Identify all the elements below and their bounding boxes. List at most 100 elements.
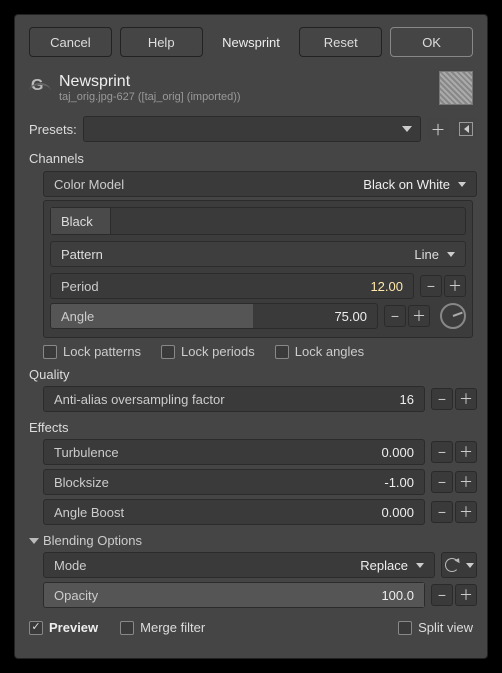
filter-name-button[interactable]: Newsprint xyxy=(211,27,292,57)
period-plus[interactable]: ＋ xyxy=(444,275,466,297)
footer-row: Preview Merge filter Split view xyxy=(15,610,487,645)
lock-patterns-checkbox[interactable]: Lock patterns xyxy=(43,344,141,359)
pattern-label: Pattern xyxy=(61,247,103,262)
channels-label: Channels xyxy=(15,145,487,168)
lock-row: Lock patterns Lock periods Lock angles xyxy=(15,338,487,361)
aa-value: 16 xyxy=(400,392,414,407)
turbulence-value: 0.000 xyxy=(381,445,414,460)
channel-tab-well: Black Pattern Line Period 12.00 − ＋ Angl… xyxy=(43,200,473,338)
blending-expander[interactable]: Blending Options xyxy=(15,527,487,550)
ok-button[interactable]: OK xyxy=(390,27,473,57)
turbulence-minus[interactable]: − xyxy=(431,441,453,463)
angle-dial[interactable] xyxy=(440,303,466,329)
angle-row: Angle 75.00 − ＋ xyxy=(50,301,466,331)
dialog-button-bar: Cancel Help Newsprint Reset OK xyxy=(15,15,487,67)
period-label: Period xyxy=(61,279,99,294)
turbulence-label: Turbulence xyxy=(54,445,119,460)
chevron-down-icon xyxy=(416,563,424,568)
period-row: Period 12.00 − ＋ xyxy=(50,271,466,301)
angle-input[interactable]: Angle 75.00 xyxy=(50,303,378,329)
mode-row: Mode Replace xyxy=(15,550,487,580)
angleboost-label: Angle Boost xyxy=(54,505,124,520)
opacity-label: Opacity xyxy=(54,588,98,603)
aa-plus[interactable]: ＋ xyxy=(455,388,477,410)
dialog-title: Newsprint xyxy=(59,73,241,91)
dialog-header: Newsprint taj_orig.jpg-627 ([taj_orig] (… xyxy=(15,67,487,113)
color-model-value: Black on White xyxy=(363,177,450,192)
turbulence-row: Turbulence 0.000 −＋ xyxy=(15,437,487,467)
color-model-label: Color Model xyxy=(54,177,124,192)
blocksize-minus[interactable]: − xyxy=(431,471,453,493)
turbulence-input[interactable]: Turbulence 0.000 xyxy=(43,439,425,465)
mode-reset-button[interactable] xyxy=(441,552,477,578)
opacity-minus[interactable]: − xyxy=(431,584,453,606)
angleboost-plus[interactable]: ＋ xyxy=(455,501,477,523)
preview-checkbox[interactable]: Preview xyxy=(29,620,98,635)
period-steppers: − ＋ xyxy=(420,275,466,297)
period-value: 12.00 xyxy=(370,279,403,294)
reset-button[interactable]: Reset xyxy=(299,27,382,57)
opacity-plus[interactable]: ＋ xyxy=(455,584,477,606)
opacity-input[interactable]: Opacity 100.0 xyxy=(43,582,425,608)
blocksize-label: Blocksize xyxy=(54,475,109,490)
angleboost-input[interactable]: Angle Boost 0.000 xyxy=(43,499,425,525)
period-minus[interactable]: − xyxy=(420,275,442,297)
split-view-checkbox[interactable]: Split view xyxy=(398,620,473,635)
lock-periods-label: Lock periods xyxy=(181,344,255,359)
angle-steppers: − ＋ xyxy=(384,305,430,327)
merge-label: Merge filter xyxy=(140,620,205,635)
lock-patterns-label: Lock patterns xyxy=(63,344,141,359)
lock-angles-checkbox[interactable]: Lock angles xyxy=(275,344,364,359)
title-block: Newsprint taj_orig.jpg-627 ([taj_orig] (… xyxy=(59,73,241,103)
preview-label: Preview xyxy=(49,620,98,635)
pattern-value: Line xyxy=(414,247,439,262)
split-label: Split view xyxy=(418,620,473,635)
channel-tabs[interactable]: Black xyxy=(50,207,466,235)
lock-periods-checkbox[interactable]: Lock periods xyxy=(161,344,255,359)
preset-add-button[interactable]: ＋ xyxy=(427,118,449,140)
blending-label: Blending Options xyxy=(43,533,142,548)
newsprint-dialog: Cancel Help Newsprint Reset OK Newsprint… xyxy=(14,14,488,659)
aa-label: Anti-alias oversampling factor xyxy=(54,392,225,407)
preview-thumbnail[interactable] xyxy=(439,71,473,105)
presets-label: Presets: xyxy=(29,122,77,137)
mode-label: Mode xyxy=(54,558,87,573)
blocksize-input[interactable]: Blocksize -1.00 xyxy=(43,469,425,495)
aa-input[interactable]: Anti-alias oversampling factor 16 xyxy=(43,386,425,412)
color-model-select[interactable]: Color Model Black on White xyxy=(43,171,477,197)
presets-select[interactable] xyxy=(83,116,421,142)
chevron-down-icon xyxy=(466,563,474,568)
mode-select[interactable]: Mode Replace xyxy=(43,552,435,578)
expander-icon xyxy=(29,538,39,544)
merge-filter-checkbox[interactable]: Merge filter xyxy=(120,620,205,635)
dialog-subtitle: taj_orig.jpg-627 ([taj_orig] (imported)) xyxy=(59,91,241,103)
angleboost-row: Angle Boost 0.000 −＋ xyxy=(15,497,487,527)
turbulence-plus[interactable]: ＋ xyxy=(455,441,477,463)
color-model-row: Color Model Black on White xyxy=(15,168,487,200)
preset-menu-button[interactable] xyxy=(455,118,477,140)
cancel-button[interactable]: Cancel xyxy=(29,27,112,57)
lock-angles-label: Lock angles xyxy=(295,344,364,359)
tab-black[interactable]: Black xyxy=(51,208,111,234)
opacity-value: 100.0 xyxy=(381,588,414,603)
angle-plus[interactable]: ＋ xyxy=(408,305,430,327)
aa-steppers: − ＋ xyxy=(431,388,477,410)
aa-minus[interactable]: − xyxy=(431,388,453,410)
angleboost-minus[interactable]: − xyxy=(431,501,453,523)
pattern-select[interactable]: Pattern Line xyxy=(50,241,466,267)
angle-label: Angle xyxy=(61,309,94,324)
chevron-down-icon xyxy=(458,182,466,187)
help-button[interactable]: Help xyxy=(120,27,203,57)
gimp-icon xyxy=(29,77,51,99)
presets-row: Presets: ＋ xyxy=(15,113,487,145)
opacity-row: Opacity 100.0 −＋ xyxy=(15,580,487,610)
blocksize-value: -1.00 xyxy=(384,475,414,490)
blocksize-row: Blocksize -1.00 −＋ xyxy=(15,467,487,497)
aa-row: Anti-alias oversampling factor 16 − ＋ xyxy=(15,384,487,414)
period-input[interactable]: Period 12.00 xyxy=(50,273,414,299)
blocksize-plus[interactable]: ＋ xyxy=(455,471,477,493)
angle-minus[interactable]: − xyxy=(384,305,406,327)
mode-value: Replace xyxy=(360,558,408,573)
reset-icon xyxy=(444,557,460,573)
effects-label: Effects xyxy=(15,414,487,437)
